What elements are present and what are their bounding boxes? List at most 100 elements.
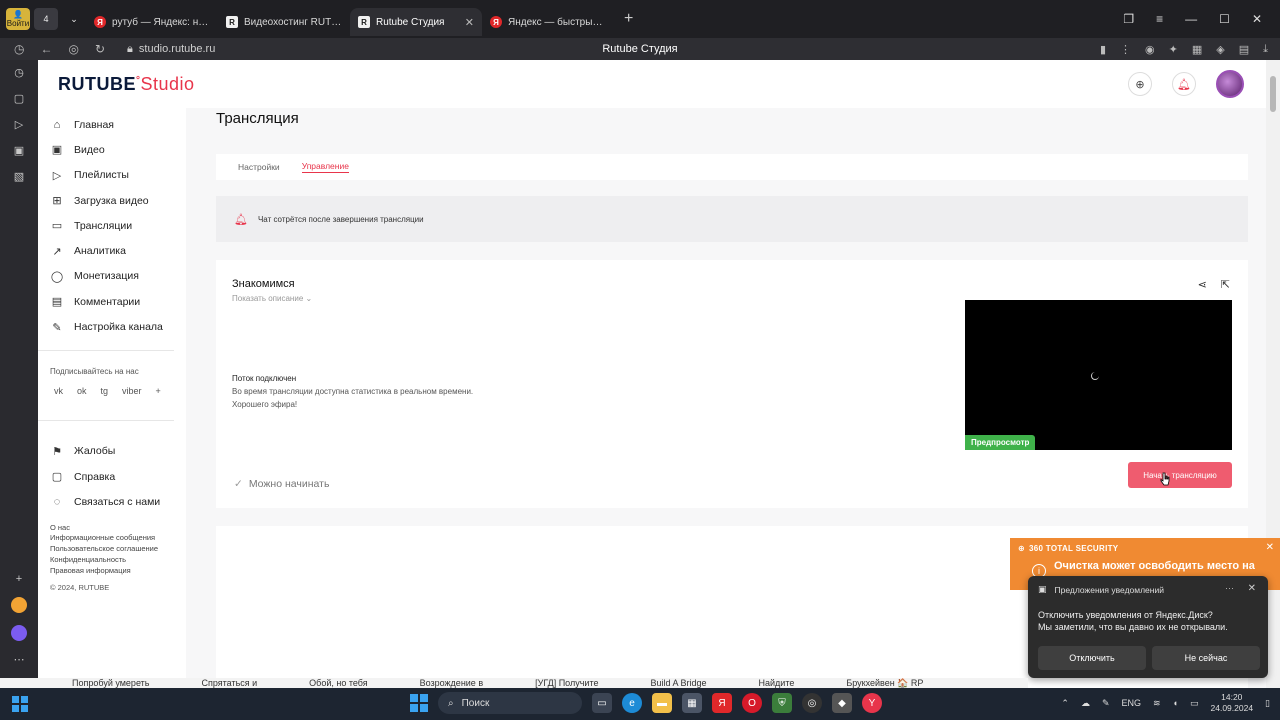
- page-scrollbar[interactable]: [1266, 60, 1280, 688]
- sidebar-item-channel-settings[interactable]: ✎ Настройка канала: [38, 314, 186, 339]
- widgets-icon[interactable]: [12, 696, 28, 712]
- yandex-browser-icon[interactable]: Y: [862, 693, 882, 713]
- alice-icon[interactable]: ◉: [1145, 43, 1155, 56]
- sidebar-item-broadcasts[interactable]: ▭ Трансляции: [38, 213, 186, 238]
- browser-tab-yandex-search[interactable]: Я рутуб — Яндекс: нашлось: [86, 8, 218, 36]
- close-window-icon[interactable]: ✕: [1252, 12, 1262, 26]
- more-icon[interactable]: ···: [1225, 583, 1234, 593]
- windows-start-icon[interactable]: [410, 694, 428, 712]
- more-socials-icon[interactable]: +: [156, 386, 161, 396]
- add-panel-icon[interactable]: +: [16, 573, 22, 585]
- collections-icon[interactable]: ▤: [1239, 43, 1249, 56]
- sidebar-item-comments[interactable]: ▤ Комментарии: [38, 289, 186, 314]
- language-indicator[interactable]: ENG: [1121, 698, 1141, 708]
- sidebar-item-help[interactable]: ▢ Справка: [38, 464, 186, 489]
- sidebar-item-upload[interactable]: ⊞ Загрузка видео: [38, 188, 186, 213]
- settings-icon[interactable]: ⋯: [14, 653, 25, 666]
- history-icon[interactable]: ◷: [14, 42, 24, 56]
- browser-tab-yandex[interactable]: Я Яндекс — быстрый поиск: [482, 8, 614, 36]
- share-icon[interactable]: ⋖: [1198, 278, 1207, 291]
- sidebar-item-contact[interactable]: ◌ Связаться с нами: [38, 489, 186, 514]
- notification-bell-icon[interactable]: 🔔︎: [1172, 72, 1196, 96]
- browser-tab-rutube[interactable]: R Видеохостинг RUTUBE. С: [218, 8, 350, 36]
- bookmark-icon[interactable]: ▮: [1100, 43, 1106, 56]
- url-field[interactable]: 🔒︎ studio.rutube.ru: [127, 43, 215, 56]
- file-explorer-icon[interactable]: ▬: [652, 693, 672, 713]
- chevron-up-icon[interactable]: ⌃: [1061, 698, 1069, 709]
- footer-link-privacy[interactable]: Конфиденциальность: [50, 555, 186, 566]
- user-avatar[interactable]: [1216, 70, 1244, 98]
- history-panel-icon[interactable]: ◷: [14, 66, 24, 79]
- more-icon[interactable]: ⋮: [1120, 43, 1131, 56]
- obs-icon[interactable]: ◎: [802, 693, 822, 713]
- extension-icon[interactable]: ◈: [1216, 43, 1224, 56]
- telegram-icon[interactable]: tg: [101, 386, 109, 396]
- collections-icon[interactable]: ❐: [1123, 12, 1134, 26]
- ok-icon[interactable]: ok: [77, 386, 87, 396]
- sidebar-item-monetization[interactable]: ◯ Монетизация: [38, 264, 186, 289]
- maximize-icon[interactable]: ☐: [1219, 12, 1230, 26]
- stream-preview[interactable]: Предпросмотр: [965, 300, 1232, 450]
- app-icon[interactable]: [11, 597, 27, 613]
- sidebar-item-video[interactable]: ▣ Видео: [38, 137, 186, 162]
- start-broadcast-button[interactable]: Начать трансляцию: [1128, 462, 1232, 488]
- extension-icon[interactable]: ▦: [1192, 43, 1202, 56]
- download-icon[interactable]: ⤓: [1263, 43, 1268, 56]
- gallery-panel-icon[interactable]: ▧: [14, 170, 24, 183]
- alice-assistant-icon[interactable]: [11, 625, 27, 641]
- sidebar-item-playlists[interactable]: ▷ Плейлисты: [38, 163, 186, 188]
- roblox-icon[interactable]: ◆: [832, 693, 852, 713]
- close-icon[interactable]: ✕: [1248, 583, 1256, 594]
- new-tab-icon[interactable]: +: [624, 10, 633, 28]
- reload-icon[interactable]: ↻: [95, 42, 105, 56]
- tab-management[interactable]: Управление: [301, 161, 349, 173]
- clock[interactable]: 14:20 24.09.2024: [1211, 692, 1254, 714]
- notifications-icon[interactable]: ▯: [1265, 698, 1270, 709]
- menu-icon[interactable]: ≡: [1156, 12, 1163, 26]
- sidebar-item-home[interactable]: ⌂ Главная: [38, 112, 186, 137]
- sidebar-item-complaints[interactable]: ⚑ Жалобы: [38, 439, 186, 464]
- task-view-icon[interactable]: ▭: [592, 693, 612, 713]
- edge-icon[interactable]: e: [622, 693, 642, 713]
- minimize-icon[interactable]: —: [1185, 12, 1197, 26]
- yandex-icon[interactable]: Я: [712, 693, 732, 713]
- not-now-button[interactable]: Не сейчас: [1152, 646, 1260, 670]
- extension-icon[interactable]: ✦: [1169, 43, 1178, 56]
- footer-link-terms[interactable]: Пользовательское соглашение: [50, 544, 186, 555]
- back-icon[interactable]: ←: [40, 42, 52, 56]
- footer-link-legal[interactable]: Правовая информация: [50, 566, 186, 577]
- show-description-toggle[interactable]: Показать описание ⌄: [232, 294, 312, 303]
- battery-icon[interactable]: ▭: [1190, 698, 1199, 709]
- login-button[interactable]: 👤 Войти: [6, 8, 30, 30]
- add-content-icon[interactable]: ⊕: [1128, 72, 1152, 96]
- antivirus-icon[interactable]: ⛨: [772, 693, 792, 713]
- pen-icon[interactable]: ✎: [1102, 698, 1110, 709]
- vk-icon[interactable]: vk: [54, 386, 63, 396]
- bookmarks-panel-icon[interactable]: ▢: [14, 92, 24, 105]
- tab-count-button[interactable]: 4: [34, 8, 58, 30]
- counter-panel-icon[interactable]: ▣: [14, 144, 24, 157]
- wifi-icon[interactable]: ≋: [1153, 698, 1161, 709]
- sidebar-divider: [38, 349, 174, 351]
- player-panel-icon[interactable]: ▷: [15, 118, 23, 131]
- close-tab-icon[interactable]: ✕: [465, 16, 474, 29]
- scrollbar-thumb[interactable]: [1270, 76, 1276, 112]
- volume-icon[interactable]: ◖: [1173, 698, 1178, 708]
- calculator-icon[interactable]: ▦: [682, 693, 702, 713]
- footer-link-about[interactable]: О нас: [50, 523, 186, 534]
- external-link-icon[interactable]: ⇱: [1221, 278, 1230, 291]
- tabs-dropdown-icon[interactable]: ⌄: [62, 8, 86, 30]
- footer-link-info[interactable]: Информационные сообщения: [50, 533, 186, 544]
- disable-notifications-button[interactable]: Отключить: [1038, 646, 1146, 670]
- opera-icon[interactable]: O: [742, 693, 762, 713]
- taskbar-search[interactable]: ⌕ Поиск: [438, 692, 582, 714]
- protect-icon[interactable]: ◎: [68, 42, 78, 56]
- rutube-studio-logo[interactable]: RUTUBE°Studio: [58, 74, 195, 95]
- tab-settings[interactable]: Настройки: [238, 162, 280, 172]
- viber-icon[interactable]: viber: [122, 386, 142, 396]
- browser-tab-rutube-studio[interactable]: R Rutube Студия ✕: [350, 8, 482, 36]
- chat-icon: ◌: [53, 495, 61, 508]
- close-icon[interactable]: ✕: [1266, 542, 1274, 553]
- sidebar-item-analytics[interactable]: ↗ Аналитика: [38, 238, 186, 263]
- cloud-icon[interactable]: ☁: [1081, 698, 1090, 709]
